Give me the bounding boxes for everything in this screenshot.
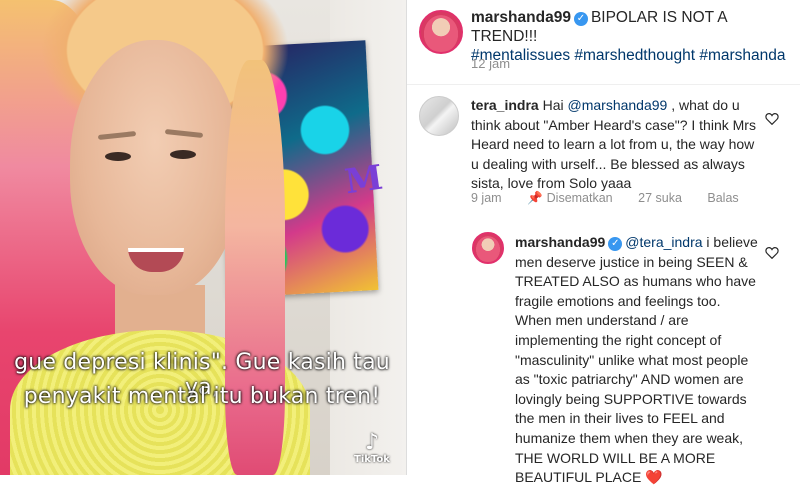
eye-right <box>170 150 196 159</box>
post-username[interactable]: marshanda99 <box>471 9 571 26</box>
heart-emoji: ❤️ <box>645 469 663 486</box>
divider <box>407 84 800 85</box>
subtitle-line-2: penyakit mental itu bukan tren! <box>23 384 381 409</box>
hair-strand <box>225 60 285 475</box>
reply-comment: marshanda99 ✓ @tera_indra i believe men de… <box>515 233 760 488</box>
reply-text: i believe men deserve justice in being S… <box>515 234 758 486</box>
reply-mention[interactable]: @tera_indra <box>625 234 702 250</box>
reply-avatar[interactable] <box>472 232 504 264</box>
painting-letter: M <box>342 157 386 203</box>
like-count[interactable]: 27 suka <box>638 191 682 205</box>
comments-panel: marshanda99 ✓ BIPOLAR IS NOT A TREND!!! #m… <box>406 0 800 485</box>
verified-badge-icon: ✓ <box>573 12 588 26</box>
pinned-label: Disematkan <box>546 191 613 205</box>
eye-left <box>105 152 131 161</box>
reply-username[interactable]: marshanda99 <box>515 234 605 250</box>
comment-prefix: Hai <box>542 97 568 113</box>
like-heart-icon[interactable] <box>765 246 779 259</box>
comment-username[interactable]: tera_indra <box>471 97 539 113</box>
commenter-avatar[interactable] <box>419 96 459 136</box>
post-hashtags[interactable]: #mentalissues #marshedthought #marshanda <box>471 47 786 64</box>
reply-button[interactable]: Balas <box>707 191 738 205</box>
like-heart-icon[interactable] <box>765 112 779 125</box>
video-panel[interactable]: M gue depresi klinis". Gue kasih tau ya,… <box>0 0 406 475</box>
comment-mention[interactable]: @marshanda99 <box>568 97 668 113</box>
post-timestamp[interactable]: 12 jam <box>471 56 510 71</box>
pin-icon: 📌 <box>527 191 543 205</box>
comment-time: 9 jam <box>471 191 502 205</box>
tiktok-label: TikTok <box>354 454 390 465</box>
tiktok-watermark: ♪ TikTok <box>346 430 398 466</box>
comment-meta: 9 jam 📌 Disematkan 27 suka Balas <box>471 191 761 206</box>
post-caption: marshanda99 ✓ BIPOLAR IS NOT A TREND!!! #m… <box>471 8 791 65</box>
verified-badge-icon: ✓ <box>608 237 623 251</box>
avatar[interactable] <box>419 10 463 54</box>
comment: tera_indra Hai @marshanda99 , what do u … <box>471 96 761 194</box>
tiktok-icon: ♪ <box>364 430 380 455</box>
